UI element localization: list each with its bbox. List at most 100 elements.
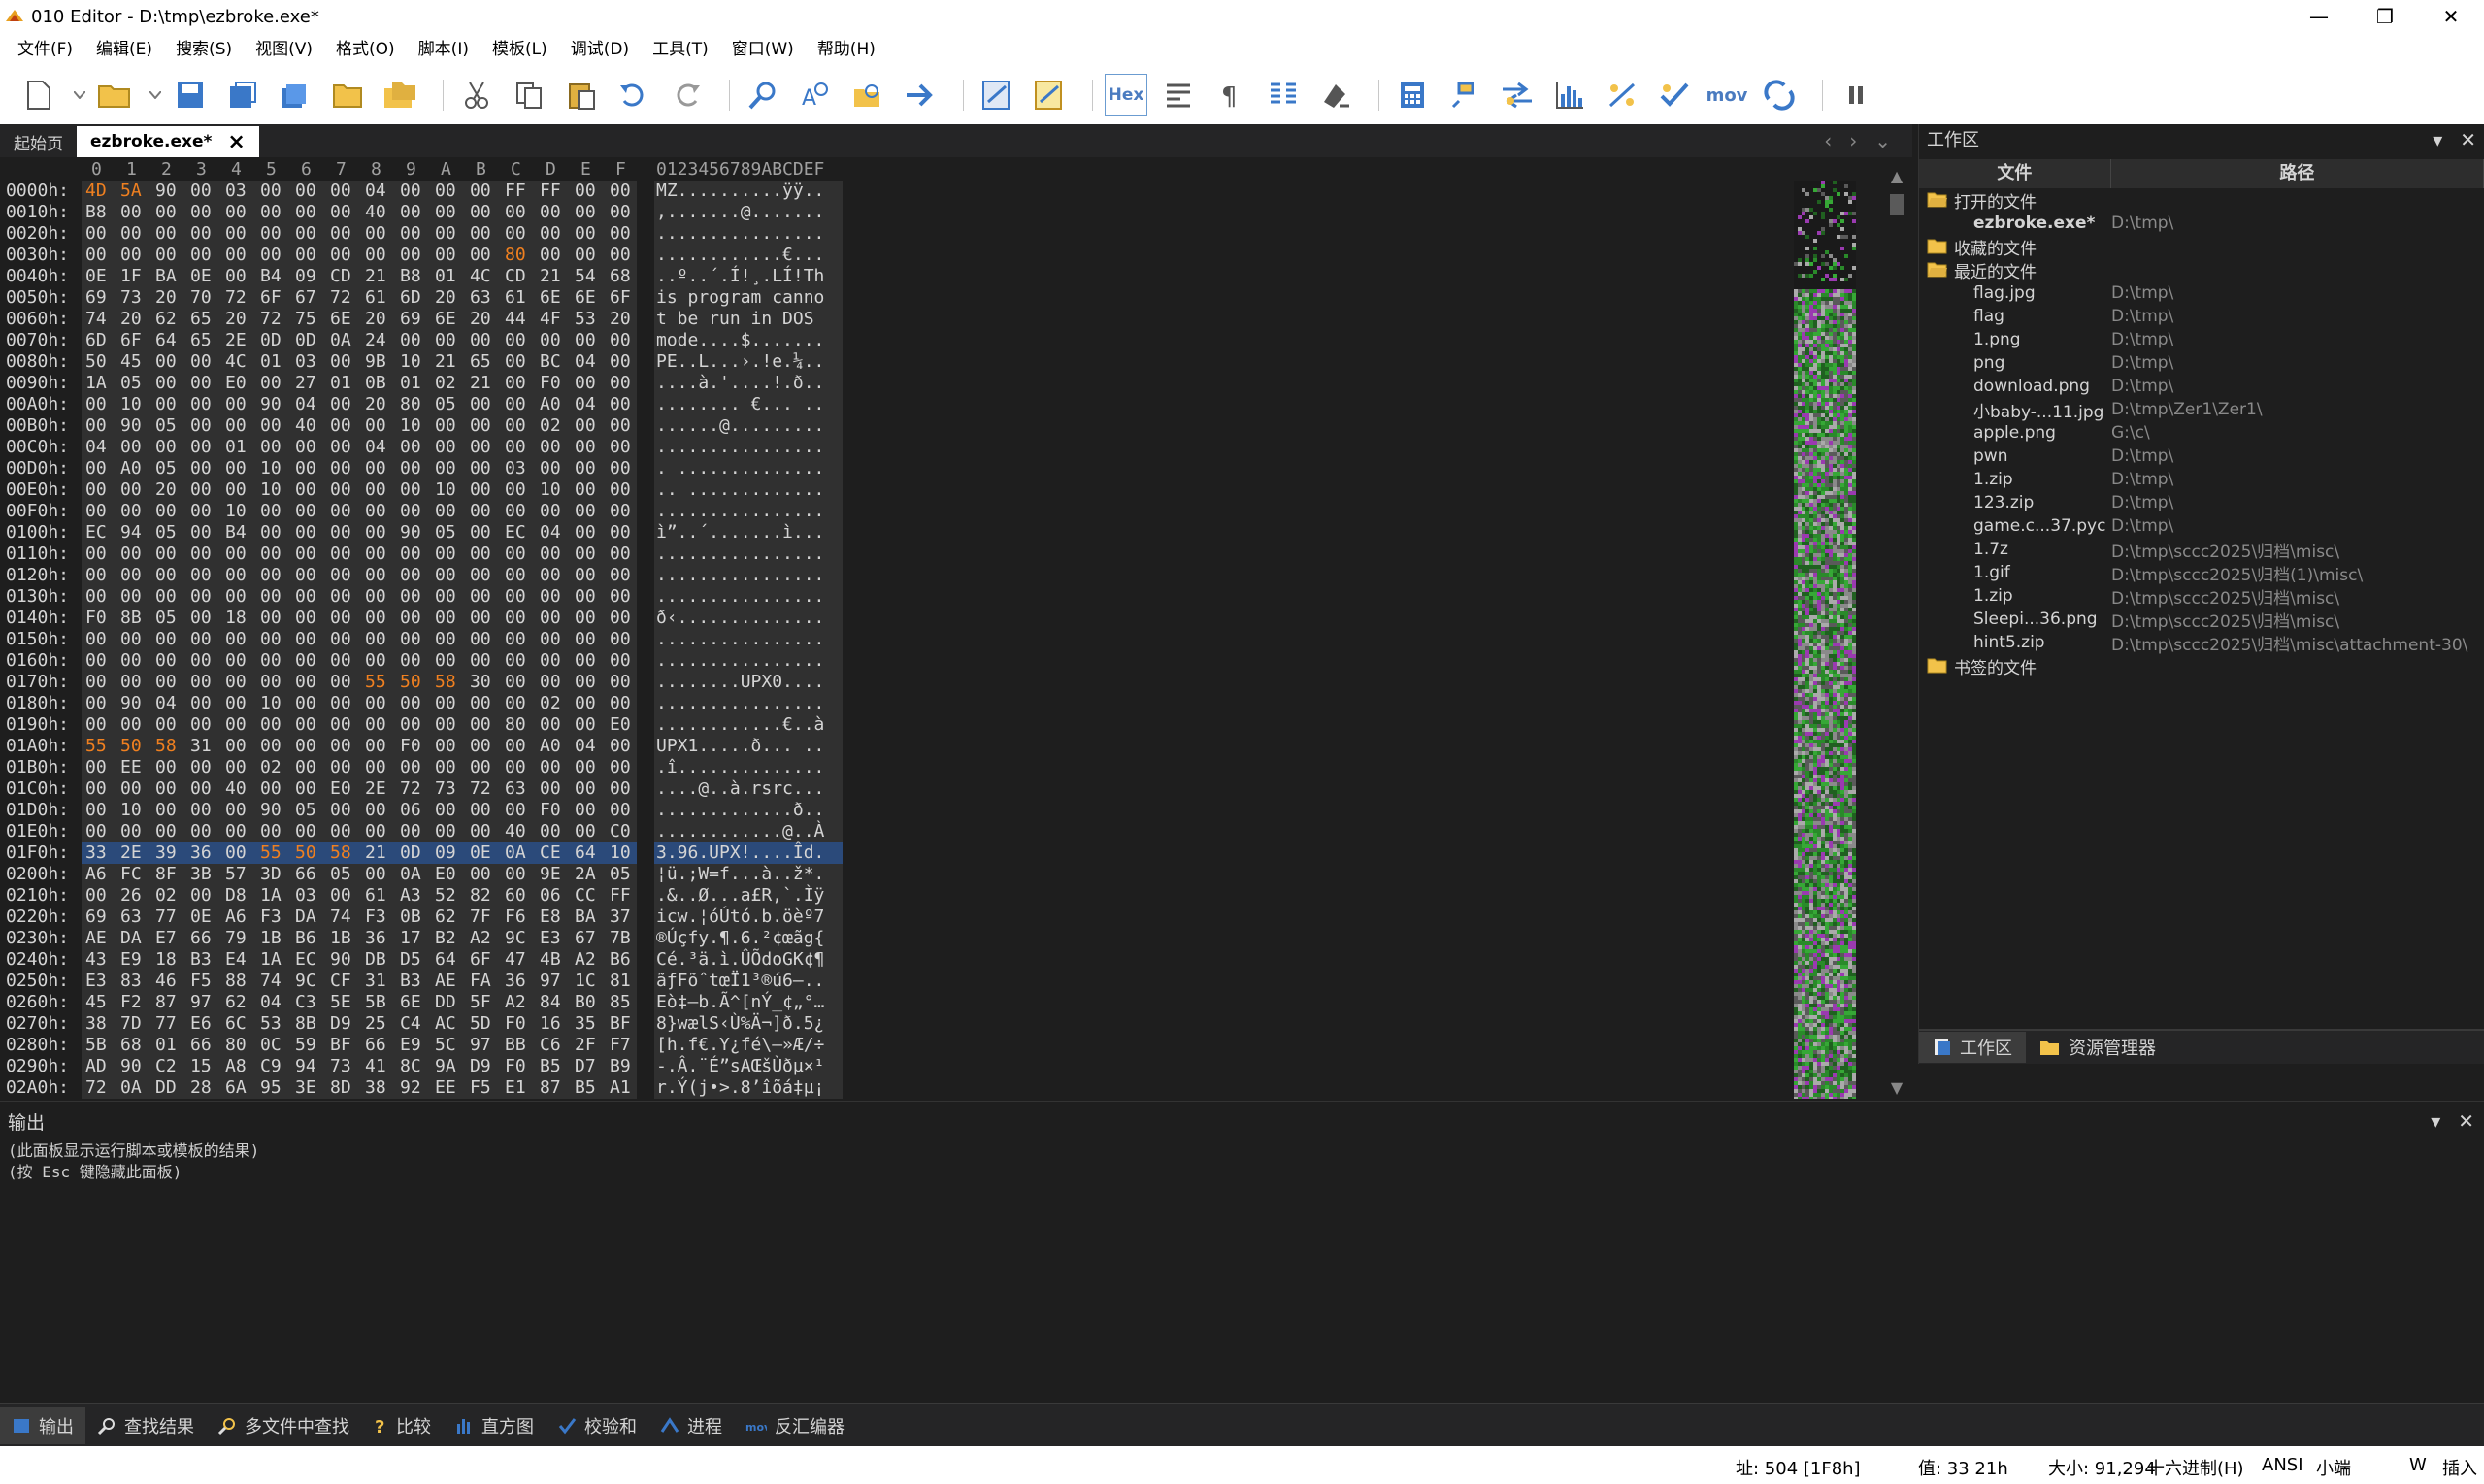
- hex-byte[interactable]: 05: [435, 394, 456, 414]
- hex-byte[interactable]: 00: [330, 501, 351, 521]
- hex-byte[interactable]: 00: [120, 223, 142, 244]
- hex-byte[interactable]: B6: [295, 928, 316, 948]
- tab-workspace[interactable]: 工作区: [1919, 1032, 2026, 1063]
- hex-mode-button[interactable]: Hex: [1105, 74, 1147, 116]
- hex-byte[interactable]: 00: [225, 842, 247, 863]
- hex-byte[interactable]: 00: [225, 415, 247, 436]
- row-ascii[interactable]: ..º..´.Í!¸.LÍ!Th: [656, 266, 824, 286]
- hex-byte[interactable]: 0D: [260, 330, 282, 350]
- histogram-icon[interactable]: [1548, 74, 1591, 116]
- tree-file-item[interactable]: flag.jpg D:\tmp\: [1919, 281, 2484, 305]
- hex-byte[interactable]: 00: [470, 565, 491, 585]
- row-ascii[interactable]: .&..Ø...a£R,`.Ìÿ: [656, 885, 824, 906]
- hex-byte[interactable]: 00: [435, 608, 456, 628]
- hex-byte[interactable]: 00: [400, 693, 421, 713]
- hex-byte[interactable]: 00: [85, 757, 107, 777]
- hex-byte[interactable]: 10: [260, 479, 282, 500]
- hex-byte[interactable]: 00: [155, 351, 177, 372]
- hex-byte[interactable]: 66: [295, 864, 316, 884]
- tree-file-item[interactable]: flag D:\tmp\: [1919, 305, 2484, 328]
- hex-byte[interactable]: 00: [365, 714, 386, 735]
- hex-byte[interactable]: 00: [575, 245, 596, 265]
- hex-byte[interactable]: 00: [190, 885, 212, 906]
- hex-byte[interactable]: 00: [505, 629, 526, 649]
- hex-byte[interactable]: 00: [330, 479, 351, 500]
- row-ascii[interactable]: .î..............: [656, 757, 824, 777]
- tree-group-recent[interactable]: 最近的文件: [1919, 258, 2484, 282]
- hex-byte[interactable]: 00: [120, 437, 142, 457]
- hex-byte[interactable]: 6E: [575, 287, 596, 308]
- column-file[interactable]: 文件: [1919, 159, 2111, 188]
- new-file-icon[interactable]: [17, 74, 60, 116]
- hex-byte[interactable]: 00: [330, 544, 351, 564]
- hex-byte[interactable]: 67: [295, 287, 316, 308]
- hex-byte[interactable]: 00: [295, 565, 316, 585]
- hex-byte[interactable]: 00: [330, 415, 351, 436]
- hex-byte[interactable]: 01: [400, 373, 421, 393]
- tab-output[interactable]: 输出: [0, 1406, 85, 1444]
- hex-byte[interactable]: 72: [470, 778, 491, 799]
- hex-byte[interactable]: 00: [260, 672, 282, 692]
- hex-byte[interactable]: 00: [610, 245, 631, 265]
- hex-byte[interactable]: 31: [365, 971, 386, 991]
- tree-file-item[interactable]: download.png D:\tmp\: [1919, 375, 2484, 398]
- hex-byte[interactable]: 55: [85, 736, 107, 756]
- hex-byte[interactable]: 00: [225, 586, 247, 607]
- hex-byte[interactable]: 41: [365, 1056, 386, 1076]
- hex-byte[interactable]: 2F: [575, 1035, 596, 1055]
- hex-byte[interactable]: 00: [225, 693, 247, 713]
- hex-byte[interactable]: 00: [190, 181, 212, 201]
- hex-byte[interactable]: 00: [155, 586, 177, 607]
- hex-byte[interactable]: 00: [505, 586, 526, 607]
- hex-byte[interactable]: 20: [365, 309, 386, 329]
- hex-byte[interactable]: 00: [470, 821, 491, 841]
- hex-byte[interactable]: 00: [610, 373, 631, 393]
- hex-byte[interactable]: 00: [575, 672, 596, 692]
- hex-byte[interactable]: 00: [400, 565, 421, 585]
- hex-byte[interactable]: 00: [330, 181, 351, 201]
- hex-byte[interactable]: 00: [505, 736, 526, 756]
- save-all-icon[interactable]: [274, 74, 316, 116]
- hex-byte[interactable]: 00: [610, 223, 631, 244]
- hex-byte[interactable]: 6C: [225, 1013, 247, 1034]
- hex-byte[interactable]: 70: [190, 287, 212, 308]
- hex-byte[interactable]: 90: [120, 693, 142, 713]
- hex-byte[interactable]: 00: [400, 629, 421, 649]
- menu-tools[interactable]: 工具(T): [641, 33, 720, 66]
- hex-byte[interactable]: 00: [505, 351, 526, 372]
- hex-byte[interactable]: 97: [540, 971, 561, 991]
- hex-byte[interactable]: A8: [225, 1056, 247, 1076]
- hex-byte[interactable]: 00: [575, 479, 596, 500]
- hex-byte[interactable]: 68: [610, 266, 631, 286]
- hex-byte[interactable]: 00: [470, 629, 491, 649]
- hex-byte[interactable]: 00: [330, 800, 351, 820]
- hex-byte[interactable]: 00: [330, 351, 351, 372]
- hex-byte[interactable]: 00: [85, 565, 107, 585]
- hex-byte[interactable]: 00: [295, 245, 316, 265]
- hex-byte[interactable]: 00: [470, 736, 491, 756]
- hex-byte[interactable]: 00: [435, 437, 456, 457]
- hex-byte[interactable]: 97: [190, 992, 212, 1012]
- hex-byte[interactable]: 00: [610, 181, 631, 201]
- run-template-icon[interactable]: [1028, 74, 1071, 116]
- hex-byte[interactable]: 0E: [470, 842, 491, 863]
- hex-byte[interactable]: 00: [470, 181, 491, 201]
- hex-byte[interactable]: 90: [120, 1056, 142, 1076]
- hex-byte[interactable]: DA: [120, 928, 142, 948]
- hex-byte[interactable]: 00: [610, 672, 631, 692]
- hex-byte[interactable]: 03: [295, 885, 316, 906]
- hex-byte[interactable]: 09: [295, 266, 316, 286]
- hex-byte[interactable]: 6F: [260, 287, 282, 308]
- hex-byte[interactable]: 81: [610, 971, 631, 991]
- hex-byte[interactable]: 8F: [155, 864, 177, 884]
- hex-byte[interactable]: 00: [330, 885, 351, 906]
- hex-byte[interactable]: 00: [85, 650, 107, 671]
- hex-byte[interactable]: 74: [330, 907, 351, 927]
- hex-byte[interactable]: 00: [540, 458, 561, 478]
- hex-byte[interactable]: 00: [400, 821, 421, 841]
- hex-byte[interactable]: 00: [505, 565, 526, 585]
- hex-byte[interactable]: 20: [365, 394, 386, 414]
- hex-byte[interactable]: 94: [120, 522, 142, 543]
- hex-byte[interactable]: 26: [120, 885, 142, 906]
- hex-byte[interactable]: 00: [365, 629, 386, 649]
